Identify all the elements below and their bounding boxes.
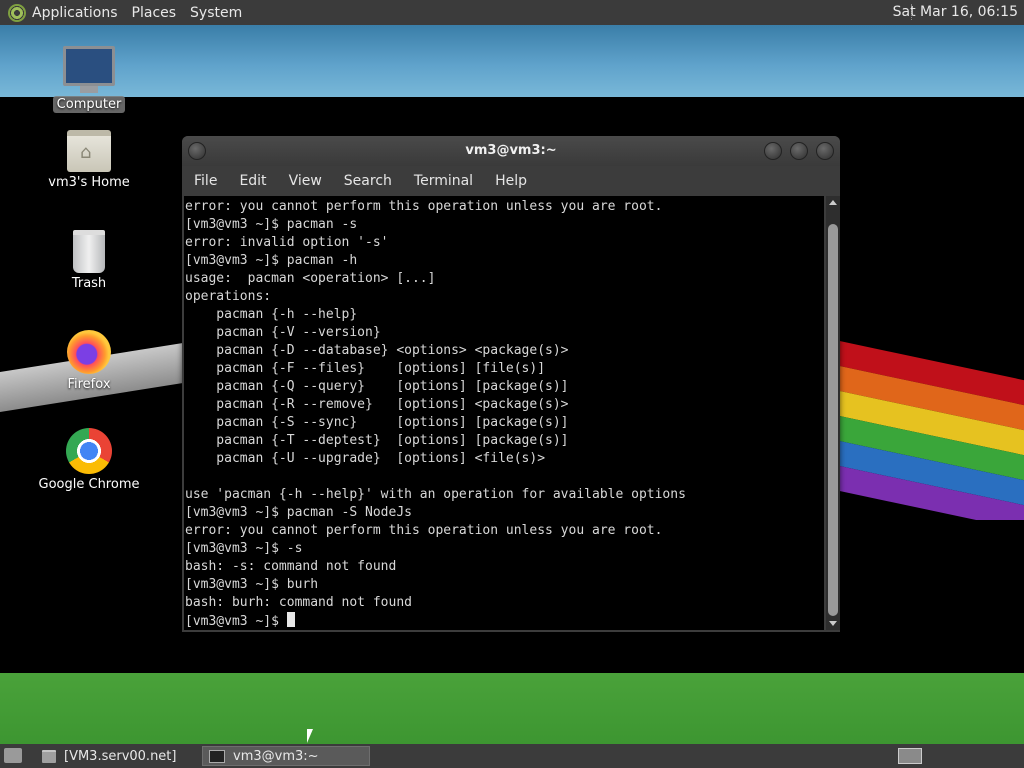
scroll-up-icon[interactable] [829, 200, 837, 205]
trash-icon [73, 230, 105, 273]
chrome-icon [66, 428, 112, 474]
home-folder-icon: ⌂ [67, 130, 111, 172]
bottom-panel: [VM3.serv00.net] vm3@vm3:~ [0, 744, 1024, 768]
terminal-line: error: you cannot perform this operation… [185, 199, 663, 214]
applications-menu[interactable]: Applications [32, 5, 118, 21]
terminal-line: error: invalid option '-s' [185, 235, 389, 250]
close-button[interactable] [816, 142, 834, 160]
show-desktop-icon[interactable] [4, 748, 22, 763]
terminal-line: pacman {-F --files} [options] [file(s)] [216, 361, 546, 376]
terminal-line: bash: -s: command not found [185, 559, 397, 574]
terminal-line: [vm3@vm3 ~]$ burh [185, 577, 319, 592]
places-menu[interactable]: Places [132, 5, 177, 21]
terminal-line: usage: pacman <operation> [...] [185, 271, 436, 286]
menu-terminal[interactable]: Terminal [403, 173, 484, 189]
scroll-down-icon[interactable] [829, 621, 837, 626]
terminal-line: pacman {-T --deptest} [options] [package… [216, 433, 569, 448]
wallpaper-rainbow [835, 340, 1024, 520]
window-title: vm3@vm3:~ [465, 143, 557, 158]
taskbar-item-label: [VM3.serv00.net] [64, 748, 177, 764]
terminal-line: pacman {-S --sync} [options] [package(s)… [216, 415, 569, 430]
mate-logo-icon[interactable] [8, 3, 26, 22]
desktop-icon-label: vm3's Home [48, 175, 130, 190]
wallpaper-sky [0, 25, 1024, 97]
desktop-icon-computer[interactable]: Computer [34, 46, 144, 113]
top-panel: Applications Places System Sat Mar 16, 0… [0, 0, 1024, 25]
terminal-line: use 'pacman {-h --help}' with an operati… [185, 487, 686, 502]
terminal-line: pacman {-D --database} <options> <packag… [216, 343, 569, 358]
terminal-line: pacman {-h --help} [216, 307, 358, 322]
firefox-icon [67, 330, 111, 374]
terminal-text: error: you cannot perform this operation… [184, 196, 824, 630]
desktop-icon-label: Computer [52, 96, 126, 113]
terminal-window[interactable]: vm3@vm3:~ File Edit View Search Terminal… [182, 136, 840, 632]
terminal-scrollbar[interactable] [826, 196, 840, 630]
terminal-line: [vm3@vm3 ~]$ pacman -S NodeJs [185, 505, 412, 520]
taskbar-item-file-manager[interactable]: [VM3.serv00.net] [36, 746, 196, 766]
desktop-icon-label: Firefox [67, 377, 111, 392]
desktop-icon-label: Google Chrome [38, 477, 140, 492]
terminal-line: [vm3@vm3 ~]$ pacman -h [185, 253, 358, 268]
window-titlebar[interactable]: vm3@vm3:~ [182, 136, 840, 166]
system-menu[interactable]: System [190, 5, 242, 21]
text-cursor [286, 612, 295, 627]
wallpaper-grass [0, 673, 1024, 744]
terminal-line: operations: [185, 289, 272, 304]
terminal-menubar: File Edit View Search Terminal Help [182, 166, 840, 196]
menu-search[interactable]: Search [333, 173, 403, 189]
menu-view[interactable]: View [278, 173, 333, 189]
desktop-icon-firefox[interactable]: Firefox [34, 330, 144, 393]
terminal-prompt: [vm3@vm3 ~]$ [185, 614, 287, 629]
folder-icon [42, 749, 56, 763]
menu-help[interactable]: Help [484, 173, 538, 189]
computer-icon [63, 46, 115, 93]
menu-file[interactable]: File [182, 173, 228, 189]
terminal-icon [209, 749, 225, 763]
maximize-button[interactable] [790, 142, 808, 160]
terminal-line: pacman {-R --remove} [options] <package(… [216, 397, 569, 412]
terminal-line: [vm3@vm3 ~]$ -s [185, 541, 303, 556]
clock[interactable]: Sat Mar 16, 06:15 [893, 4, 1018, 20]
terminal-line: pacman {-V --version} [216, 325, 381, 340]
desktop-icon-trash[interactable]: Trash [34, 230, 144, 292]
terminal-line: error: you cannot perform this operation… [185, 523, 663, 538]
terminal-line: pacman {-Q --query} [options] [package(s… [216, 379, 569, 394]
taskbar-item-label: vm3@vm3:~ [233, 748, 319, 764]
desktop-icon-home[interactable]: ⌂ vm3's Home [34, 130, 144, 191]
desktop-icon-chrome[interactable]: Google Chrome [34, 428, 144, 493]
terminal-line: bash: burh: command not found [185, 595, 412, 610]
desktop-icon-label: Trash [71, 276, 107, 291]
terminal-output[interactable]: error: you cannot perform this operation… [184, 196, 824, 630]
terminal-line: [vm3@vm3 ~]$ pacman -s [185, 217, 358, 232]
minimize-button[interactable] [764, 142, 782, 160]
menu-edit[interactable]: Edit [228, 173, 277, 189]
taskbar-item-terminal[interactable]: vm3@vm3:~ [202, 746, 370, 766]
mouse-cursor-icon [307, 729, 313, 743]
scrollbar-thumb[interactable] [828, 224, 838, 616]
workspace-switcher[interactable] [898, 748, 922, 764]
terminal-line: pacman {-U --upgrade} [options] <file(s)… [216, 451, 546, 466]
